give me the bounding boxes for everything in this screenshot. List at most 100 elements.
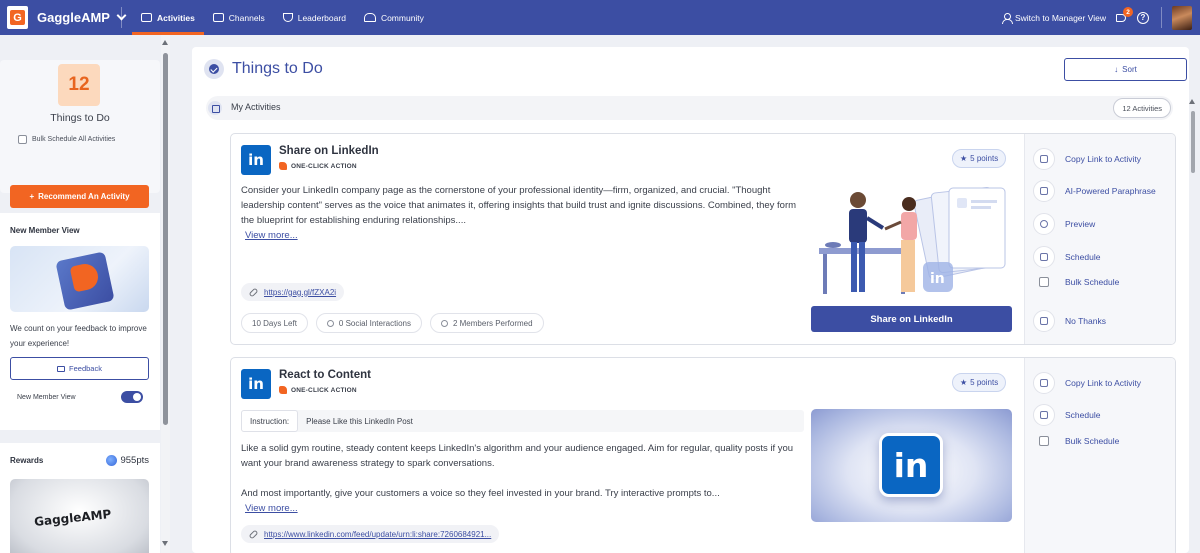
tab-leaderboard[interactable]: Leaderboard [274,0,355,35]
tab-label: Activities [157,12,195,23]
activity-body: in React to Content ONE-CLICK ACTION ★ 5… [231,358,1024,553]
sort-button[interactable]: ↓ Sort [1064,58,1187,81]
activity-card: in Share on LinkedIn ONE-CLICK ACTION ★ … [230,133,1176,345]
points-text: 5 points [970,154,999,163]
check-circle-icon [204,59,224,79]
action-label: Copy Link to Activity [1065,378,1142,388]
description-text: Consider your LinkedIn company page as t… [241,185,797,226]
activity-description: Consider your LinkedIn company page as t… [241,183,801,243]
scroll-down-arrow-icon[interactable] [162,541,168,546]
bulk-schedule-checkbox[interactable] [1039,436,1049,446]
activity-side-actions: Copy Link to Activity Schedule Bulk Sche… [1024,358,1175,553]
activity-description: Like a solid gym routine, steady content… [241,441,801,516]
points-text: 5 points [970,378,999,387]
todo-count-badge: 12 [58,64,100,106]
star-icon: ★ [960,378,968,387]
linkedin-logo-icon: in [879,433,943,497]
action-label: Copy Link to Activity [1065,154,1142,164]
ai-paraphrase-action[interactable]: AI-Powered Paraphrase [1033,180,1175,202]
bulk-schedule-checkbox[interactable] [1039,277,1049,287]
days-left-stat: 10 Days Left [241,313,308,333]
schedule-action[interactable]: Schedule [1033,404,1175,426]
hat-brand-text: GaggleAMP [33,506,112,530]
share-on-linkedin-button[interactable]: Share on LinkedIn [811,306,1012,332]
coin-icon [106,455,118,466]
points-badge: ★ 5 points [952,373,1007,392]
tab-community[interactable]: Community [355,0,433,35]
user-avatar[interactable] [1172,5,1192,30]
section-title: New Member View [10,226,80,235]
section-title: Rewards [10,456,44,465]
calendar-icon [1033,404,1055,426]
person-icon [1001,12,1013,24]
notifications-button[interactable]: 2 [1116,7,1133,23]
toggle-label: New Member View [17,393,76,401]
linkedin-icon: in [241,369,271,399]
instruction-text: Please Like this LinkedIn Post [306,416,413,426]
action-label: Schedule [1065,410,1101,420]
page-header: Things to Do [204,59,323,79]
no-thanks-action[interactable]: No Thanks [1033,310,1175,332]
bulk-schedule-action[interactable]: Bulk Schedule [1033,430,1175,452]
tab-channels[interactable]: Channels [204,0,274,35]
link-icon [1033,372,1055,394]
main-scrollbar[interactable] [1188,96,1198,553]
view-more-link[interactable]: View more... [245,230,298,241]
nav-tabs: Activities Channels Leaderboard Communit… [132,0,433,35]
pointer-hand-icon [279,386,287,394]
help-icon[interactable]: ? [1137,11,1149,24]
main-content: Things to Do ↓ Sort My Activities 12 Act… [192,47,1189,553]
copy-link-action[interactable]: Copy Link to Activity [1033,372,1175,394]
social-interactions-stat: 0 Social Interactions [315,313,422,333]
description-text: And most importantly, give your customer… [241,488,720,499]
linkedin-hero-image: in [811,409,1012,522]
bulk-schedule-all-checkbox[interactable]: Bulk Schedule All Activities [18,135,115,144]
trophy-icon [282,13,293,22]
bulk-schedule-label: Bulk Schedule All Activities [32,136,116,143]
reward-item-image[interactable]: GaggleAMP [10,479,149,553]
link-icon [248,529,259,539]
logo-letter: G [10,10,25,25]
sidebar-scrollbar[interactable] [161,35,170,553]
scrollbar-thumb[interactable] [163,53,168,425]
tab-activities[interactable]: Activities [132,0,204,35]
view-more-link[interactable]: View more... [245,503,298,514]
recommend-activity-button[interactable]: + Recommend An Activity [10,185,149,208]
bulk-schedule-action[interactable]: Bulk Schedule [1033,271,1175,293]
checkbox[interactable] [18,135,27,144]
description-text: Like a solid gym routine, steady content… [241,443,794,469]
feedback-button[interactable]: Feedback [10,357,149,380]
link-text[interactable]: https://www.linkedin.com/feed/update/urn… [264,530,491,539]
things-to-do-card: 12 Things to Do Bulk Schedule All Activi… [0,60,160,208]
activity-title: React to Content [279,369,371,381]
scrollbar-thumb[interactable] [1191,111,1195,173]
schedule-action[interactable]: Schedule [1033,246,1175,268]
left-sidebar: 12 Things to Do Bulk Schedule All Activi… [0,35,160,553]
activity-link[interactable]: https://www.linkedin.com/feed/update/urn… [241,525,500,543]
scroll-up-arrow-icon[interactable] [1189,99,1195,104]
person-icon [440,319,448,327]
tab-label: Community [380,12,424,23]
action-label: AI-Powered Paraphrase [1065,186,1156,196]
activities-count-badge: 12 Activities [1113,98,1171,118]
notification-badge: 2 [1123,7,1133,17]
activity-link[interactable]: https://gag.gl/fZXA2i [241,283,345,301]
stat-text: 10 Days Left [252,318,297,328]
account-switcher[interactable]: GaggleAMP [37,10,127,25]
link-text[interactable]: https://gag.gl/fZXA2i [264,288,336,297]
copy-link-action[interactable]: Copy Link to Activity [1033,148,1175,170]
new-member-view-toggle[interactable] [121,391,143,403]
my-activities-header: My Activities 12 Activities [206,96,1173,120]
points-value: 955pts [120,455,149,466]
switch-to-manager-button[interactable]: Switch to Manager View [1001,12,1106,24]
scroll-up-arrow-icon[interactable] [162,40,168,45]
calendar-icon [1033,246,1055,268]
preview-action[interactable]: Preview [1033,213,1175,235]
new-member-view-card: New Member View We count on your feedbac… [0,213,160,430]
members-performed-stat: 2 Members Performed [429,313,544,333]
new-member-view-toggle-row: New Member View [17,391,143,403]
feedback-label: Feedback [69,364,102,373]
points-balance: 955pts [106,455,149,466]
gaggleamp-logo[interactable]: G [7,6,28,29]
tab-label: Leaderboard [297,12,346,23]
